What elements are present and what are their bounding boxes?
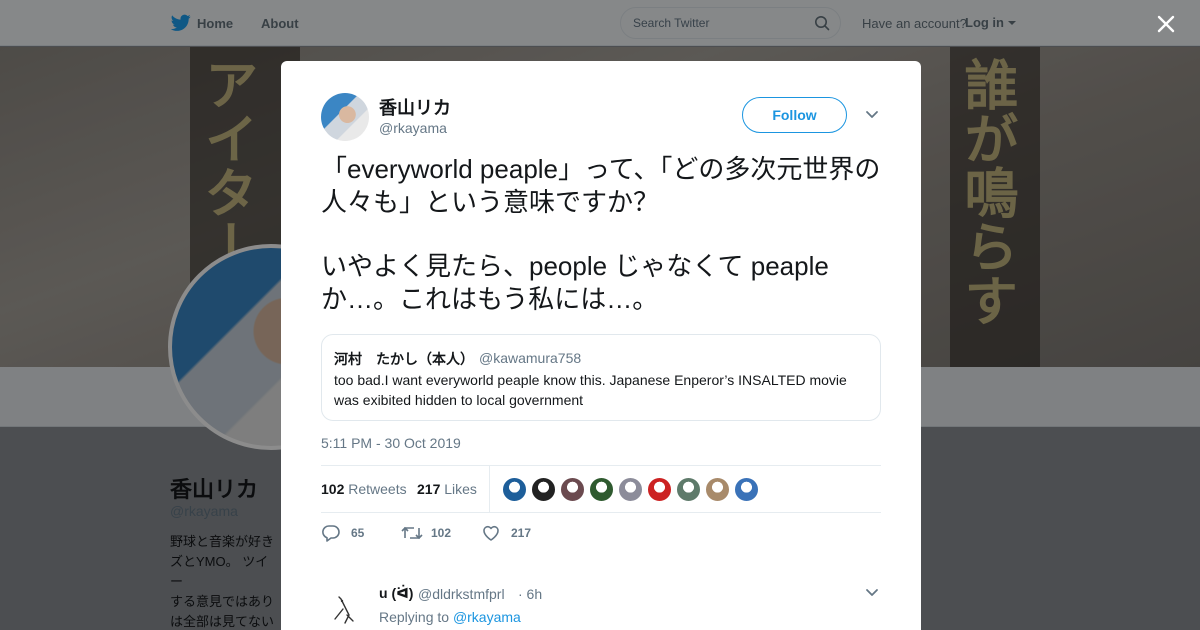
reply-time[interactable]: · 6h xyxy=(518,586,542,602)
liker-avatar[interactable] xyxy=(560,477,585,502)
bird-doodle-icon xyxy=(334,596,354,624)
reply-chevron-down-icon[interactable] xyxy=(865,588,879,598)
tweet-modal: 香山リカ @rkayama Follow 「everyworld peaple」… xyxy=(281,61,921,630)
author-avatar[interactable] xyxy=(321,93,369,141)
liker-avatar[interactable] xyxy=(589,477,614,502)
likes-stat[interactable]: 217 Likes xyxy=(417,481,477,497)
tweet-actions: 65 102 217 xyxy=(321,523,881,545)
author-name[interactable]: 香山リカ xyxy=(379,94,451,120)
quoted-author-name: 河村 たかし（本人） xyxy=(334,351,474,367)
chevron-down-icon[interactable] xyxy=(865,110,879,120)
follow-button[interactable]: Follow xyxy=(742,97,847,133)
tweet-timestamp[interactable]: 5:11 PM - 30 Oct 2019 xyxy=(321,435,461,451)
like-count: 217 xyxy=(511,526,532,540)
tweet-stats: 102 Retweets 217 Likes xyxy=(321,465,881,513)
replying-to-prefix: Replying to xyxy=(379,609,450,625)
author-handle[interactable]: @rkayama xyxy=(379,120,447,136)
retweets-stat[interactable]: 102 Retweets xyxy=(321,481,407,497)
quoted-tweet[interactable]: 河村 たかし（本人） @kawamura758 too bad.I want e… xyxy=(321,334,881,421)
liker-avatar[interactable] xyxy=(676,477,701,502)
likes-count: 217 xyxy=(417,481,441,497)
heart-icon xyxy=(483,525,499,541)
quoted-author-handle: @kawamura758 xyxy=(479,350,582,366)
liker-avatar[interactable] xyxy=(531,477,556,502)
reply-icon xyxy=(322,525,340,542)
close-icon[interactable] xyxy=(1152,10,1180,38)
quoted-tweet-text: too bad.I want everyworld peaple know th… xyxy=(334,372,847,408)
liker-avatar[interactable] xyxy=(705,477,730,502)
retweets-count: 102 xyxy=(321,481,345,497)
likes-label: Likes xyxy=(444,481,477,497)
retweet-icon xyxy=(401,526,423,540)
tweet-text: 「everyworld peaple」って、「どの多次元世界の人々も」という意味… xyxy=(321,153,881,316)
reply-author-avatar[interactable] xyxy=(321,585,369,630)
stats-divider xyxy=(489,466,490,512)
retweet-count: 102 xyxy=(431,526,452,540)
reply-author-name[interactable]: u (ᐛ) xyxy=(379,585,413,602)
reply-author-handle[interactable]: @dldrkstmfprl xyxy=(418,586,505,602)
liker-avatar[interactable] xyxy=(734,477,759,502)
liker-avatar[interactable] xyxy=(502,477,527,502)
retweets-label: Retweets xyxy=(348,481,407,497)
liker-avatar[interactable] xyxy=(647,477,672,502)
tweet-text-paragraph-1: 「everyworld peaple」って、「どの多次元世界の人々も」という意味… xyxy=(321,154,881,217)
replying-to-line: Replying to @rkayama xyxy=(379,609,521,625)
tweet-text-paragraph-2: いやよく見たら、people じゃなくて peaple か…。これはもう私には…… xyxy=(321,251,829,314)
reply-count: 65 xyxy=(351,526,365,540)
liker-avatar[interactable] xyxy=(618,477,643,502)
replying-to-mention[interactable]: @rkayama xyxy=(453,609,521,625)
